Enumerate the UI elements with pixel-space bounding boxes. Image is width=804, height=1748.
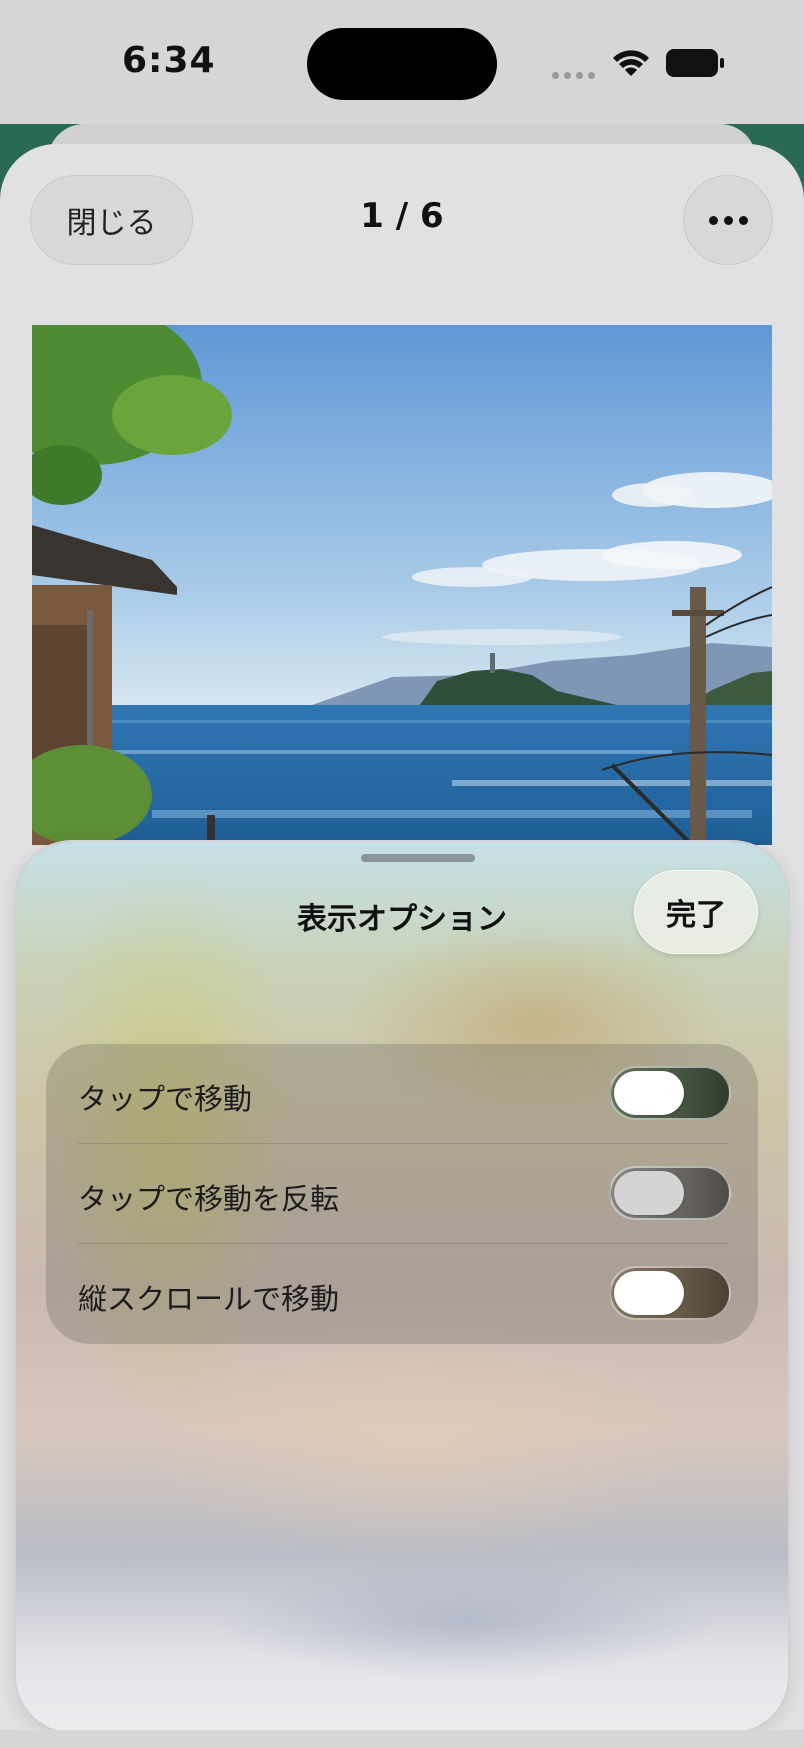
status-bar: 6:34: [0, 0, 804, 124]
coastal-sea-view-photo: [32, 325, 772, 845]
toggle-knob: [614, 1171, 684, 1215]
screen: 6:34 閉じる 1 / 6 表示オプション 完了 タップで移動 タップで移動を…: [0, 0, 804, 1748]
option-row-invert-tap: タップで移動を反転: [46, 1144, 758, 1244]
wifi-icon: [613, 50, 649, 76]
option-row-tap-to-move: タップで移動: [46, 1044, 758, 1144]
vertical-scroll-toggle[interactable]: [609, 1266, 731, 1320]
page-image[interactable]: [32, 325, 772, 845]
dynamic-island: [307, 28, 497, 100]
invert-tap-toggle[interactable]: [609, 1166, 731, 1220]
cellular-signal-icon: [552, 72, 595, 79]
tap-to-move-toggle[interactable]: [609, 1066, 731, 1120]
option-row-vertical-scroll: 縦スクロールで移動: [46, 1244, 758, 1344]
more-options-button[interactable]: [683, 175, 773, 265]
done-button[interactable]: 完了: [634, 870, 758, 954]
ellipsis-icon: [708, 215, 718, 225]
sheet-grabber[interactable]: [361, 854, 475, 862]
option-label: 縦スクロールで移動: [78, 1282, 340, 1316]
option-label: タップで移動: [78, 1082, 253, 1116]
bottom-edge: [0, 1730, 804, 1748]
option-label: タップで移動を反転: [78, 1182, 340, 1216]
toggle-knob: [614, 1071, 684, 1115]
display-options-sheet: 表示オプション 完了 タップで移動 タップで移動を反転 縦スクロールで移動: [16, 842, 788, 1732]
status-time: 6:34: [122, 40, 216, 81]
options-list: タップで移動 タップで移動を反転 縦スクロールで移動: [46, 1044, 758, 1344]
battery-icon: [666, 49, 724, 77]
toggle-knob: [614, 1271, 684, 1315]
